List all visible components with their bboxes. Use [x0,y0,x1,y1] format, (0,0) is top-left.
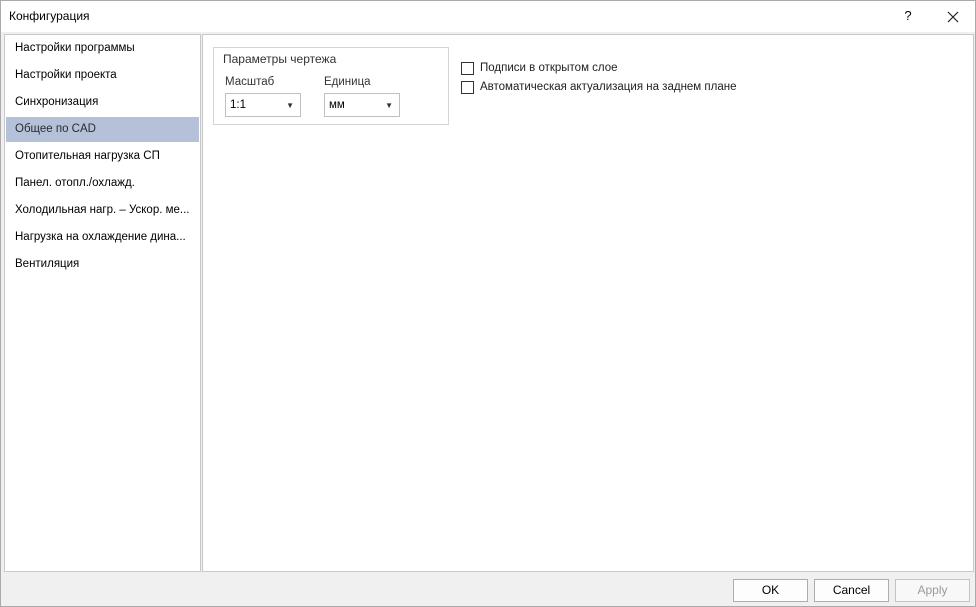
sidebar-item-cooling-load-dynamic[interactable]: Нагрузка на охлаждение дина... [6,225,199,250]
sidebar-item-program-settings[interactable]: Настройки программы [6,36,199,61]
help-button[interactable]: ? [894,4,922,28]
chevron-down-icon: ▼ [385,101,393,110]
window-title: Конфигурация [9,9,90,23]
sidebar-item-panel-heating-cooling[interactable]: Панел. отопл./охлажд. [6,171,199,196]
settings-content-panel: Параметры чертежа Масштаб 1:1 ▼ Единица … [202,34,974,572]
scale-value: 1:1 [230,99,246,111]
sidebar-item-heating-load[interactable]: Отопительная нагрузка СП [6,144,199,169]
unit-dropdown[interactable]: мм ▼ [324,93,400,117]
scale-label: Масштаб [225,76,275,88]
auto-update-background-option[interactable]: Автоматическая актуализация на заднем пл… [461,79,737,95]
chevron-down-icon: ▼ [286,101,294,110]
scale-dropdown[interactable]: 1:1 ▼ [225,93,301,117]
close-icon [947,11,959,22]
auto-update-background-checkbox[interactable] [461,80,474,94]
drawing-params-title: Параметры чертежа [223,52,337,66]
sidebar-item-cooling-load-accelerated[interactable]: Холодильная нагр. – Ускор. ме... [6,198,199,223]
sidebar-item-project-settings[interactable]: Настройки проекта [6,63,199,88]
labels-open-layer-option[interactable]: Подписи в открытом слое [461,60,618,76]
cancel-button[interactable]: Cancel [814,579,889,602]
sidebar-item-synchronization[interactable]: Синхронизация [6,90,199,115]
sidebar-item-ventilation[interactable]: Вентиляция [6,252,199,277]
drawing-params-group: Параметры чертежа Масштаб 1:1 ▼ Единица … [213,47,449,125]
unit-label: Единица [324,76,371,88]
sidebar-item-cad-general[interactable]: Общее по CAD [6,117,199,142]
close-button[interactable] [931,1,975,32]
auto-update-background-label: Автоматическая актуализация на заднем пл… [480,81,737,93]
ok-button[interactable]: OK [733,579,808,602]
title-bar: Конфигурация ? [1,1,975,32]
labels-open-layer-label: Подписи в открытом слое [480,62,618,74]
unit-value: мм [329,99,345,111]
settings-nav-list: Настройки программы Настройки проекта Си… [4,34,201,572]
apply-button[interactable]: Apply [895,579,970,602]
labels-open-layer-checkbox[interactable] [461,61,474,75]
configuration-dialog: Конфигурация ? Настройки программы Настр… [0,0,976,607]
